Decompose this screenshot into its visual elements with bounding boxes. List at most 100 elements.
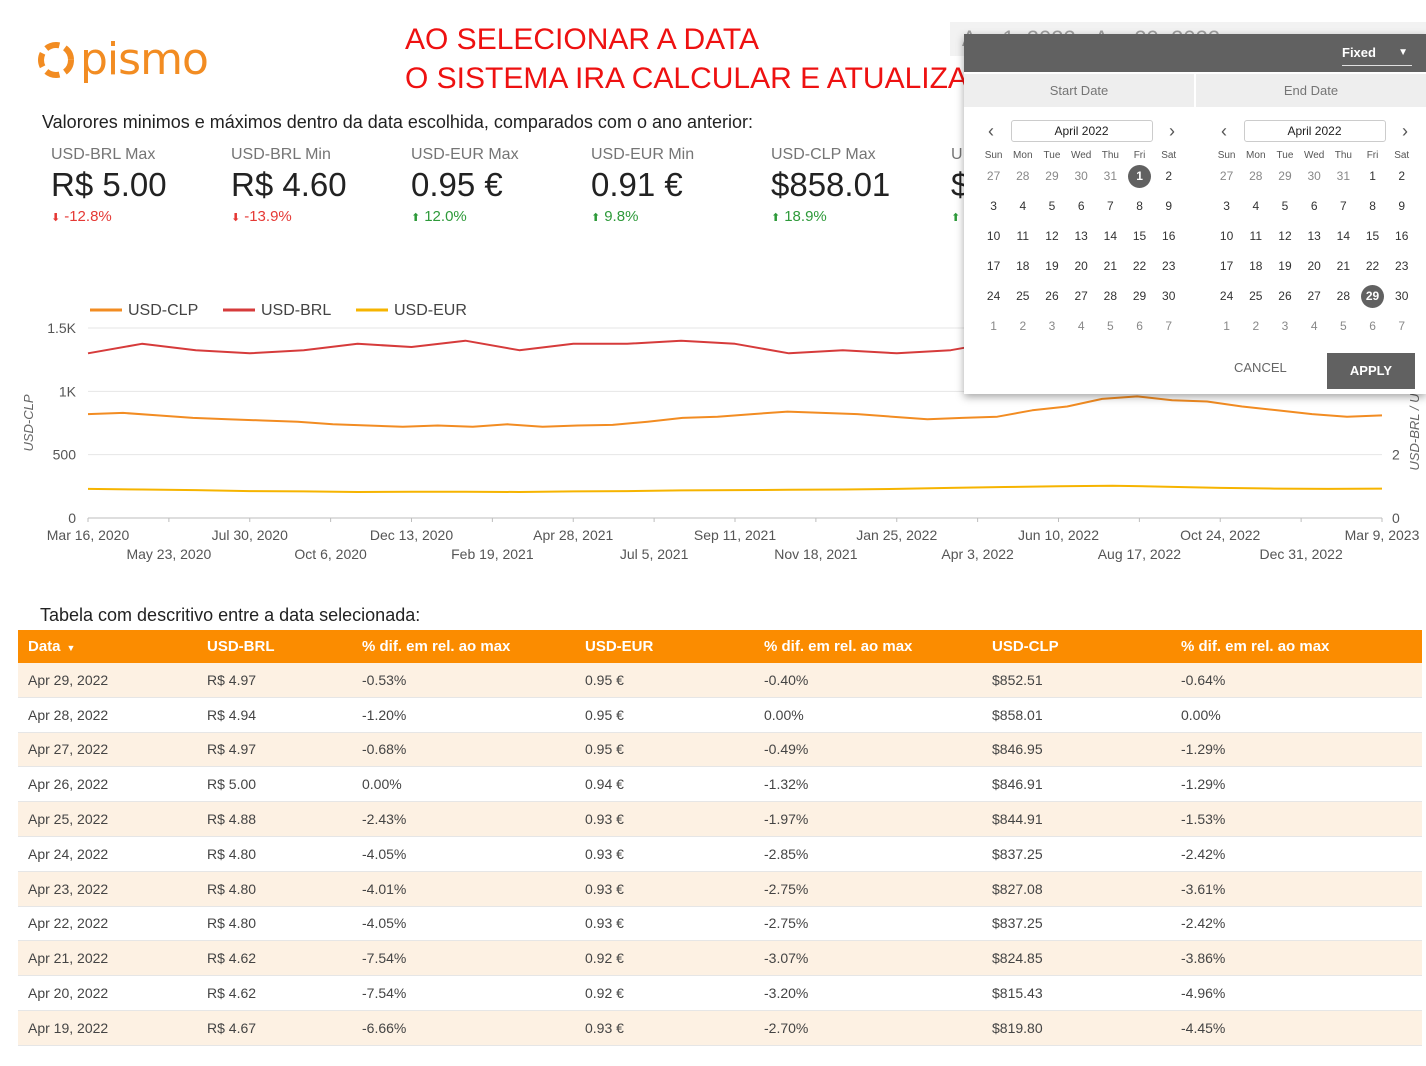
calendar-day[interactable]: 25 [1008, 285, 1037, 308]
calendar-day[interactable]: 6 [1067, 195, 1096, 218]
calendar-day[interactable]: 8 [1125, 195, 1154, 218]
calendar-day[interactable]: 4 [1300, 315, 1329, 338]
calendar-day[interactable]: 14 [1096, 225, 1125, 248]
calendar-day[interactable]: 17 [1212, 255, 1241, 278]
calendar-day[interactable]: 27 [1212, 165, 1241, 188]
header-usd-brl[interactable]: USD-BRL [197, 638, 352, 655]
calendar-day[interactable]: 27 [1067, 285, 1096, 308]
calendar-day[interactable]: 1 [1358, 165, 1387, 188]
calendar-day[interactable]: 15 [1358, 225, 1387, 248]
calendar-day[interactable]: 3 [1037, 315, 1066, 338]
month-select[interactable]: April 2022 [1010, 120, 1153, 142]
calendar-day[interactable]: 17 [979, 255, 1008, 278]
calendar-day[interactable]: 7 [1329, 195, 1358, 218]
calendar-day[interactable]: 6 [1358, 315, 1387, 338]
header-data[interactable]: Data ▼ [18, 638, 197, 655]
calendar-day[interactable]: 16 [1154, 225, 1183, 248]
calendar-day[interactable]: 28 [1329, 285, 1358, 308]
chevron-right-icon[interactable]: › [1393, 121, 1417, 142]
calendar-day[interactable]: 25 [1241, 285, 1270, 308]
calendar-day[interactable]: 6 [1300, 195, 1329, 218]
header-eur-diff[interactable]: % dif. em rel. ao max [754, 638, 982, 655]
table-row[interactable]: Apr 25, 2022 R$ 4.88 -2.43% 0.93 € -1.97% $84… [18, 802, 1422, 837]
table-row[interactable]: Apr 26, 2022 R$ 5.00 0.00% 0.94 € -1.32% $846… [18, 767, 1422, 803]
calendar-day[interactable]: 12 [1270, 225, 1299, 248]
calendar-day[interactable]: 10 [1212, 225, 1241, 248]
header-usd-eur[interactable]: USD-EUR [575, 638, 754, 655]
table-row[interactable]: Apr 29, 2022 R$ 4.97 -0.53% 0.95 € -0.40% $85… [18, 663, 1422, 698]
chevron-left-icon[interactable]: ‹ [1212, 121, 1236, 142]
calendar-day[interactable]: 4 [1008, 195, 1037, 218]
table-row[interactable]: Apr 20, 2022 R$ 4.62 -7.54% 0.92 € -3.20% $81… [18, 976, 1422, 1011]
table-row[interactable]: Apr 21, 2022 R$ 4.62 -7.54% 0.92 € -3.07% $82… [18, 941, 1422, 977]
header-brl-diff[interactable]: % dif. em rel. ao max [352, 638, 575, 655]
calendar-day[interactable]: 22 [1125, 255, 1154, 278]
calendar-day[interactable]: 1 [979, 315, 1008, 338]
calendar-day[interactable]: 12 [1037, 225, 1066, 248]
calendar-day[interactable]: 15 [1125, 225, 1154, 248]
calendar-day[interactable]: 3 [979, 195, 1008, 218]
table-row[interactable]: Apr 28, 2022 R$ 4.94 -1.20% 0.95 € 0.00% $858… [18, 697, 1422, 733]
calendar-day[interactable]: 30 [1300, 165, 1329, 188]
calendar-day[interactable]: 24 [1212, 285, 1241, 308]
calendar-day[interactable]: 2 [1241, 315, 1270, 338]
table-row[interactable]: Apr 27, 2022 R$ 4.97 -0.68% 0.95 € -0.49% $84… [18, 732, 1422, 768]
calendar-day[interactable]: 18 [1241, 255, 1270, 278]
calendar-day[interactable]: 14 [1329, 225, 1358, 248]
calendar-day[interactable]: 2 [1154, 165, 1183, 188]
chevron-right-icon[interactable]: › [1160, 121, 1184, 142]
calendar-day[interactable]: 4 [1241, 195, 1270, 218]
calendar-day[interactable]: 2 [1008, 315, 1037, 338]
calendar-day[interactable]: 23 [1387, 255, 1416, 278]
calendar-day[interactable]: 21 [1329, 255, 1358, 278]
table-row[interactable]: Apr 24, 2022 R$ 4.80 -4.05% 0.93 € -2.85% $83… [18, 836, 1422, 872]
calendar-day[interactable]: 28 [1241, 165, 1270, 188]
cancel-button[interactable]: CANCEL [1234, 360, 1287, 375]
header-usd-clp[interactable]: USD-CLP [982, 638, 1171, 655]
calendar-day[interactable]: 24 [979, 285, 1008, 308]
calendar-day[interactable]: 21 [1096, 255, 1125, 278]
calendar-day[interactable]: 28 [1096, 285, 1125, 308]
calendar-day[interactable]: 19 [1037, 255, 1066, 278]
calendar-day[interactable]: 20 [1300, 255, 1329, 278]
calendar-day[interactable]: 29 [1125, 285, 1154, 308]
calendar-day[interactable]: 9 [1154, 195, 1183, 218]
calendar-day[interactable]: 1 [1212, 315, 1241, 338]
table-row[interactable]: Apr 19, 2022 R$ 4.67 -6.66% 0.93 € -2.70% $81… [18, 1010, 1422, 1046]
calendar-day[interactable]: 7 [1154, 315, 1183, 338]
calendar-day[interactable]: 5 [1270, 195, 1299, 218]
calendar-day[interactable]: 30 [1387, 285, 1416, 308]
calendar-day[interactable]: 13 [1300, 225, 1329, 248]
calendar-day[interactable]: 2 [1387, 165, 1416, 188]
calendar-day[interactable]: 29 [1037, 165, 1066, 188]
chevron-left-icon[interactable]: ‹ [979, 121, 1003, 142]
calendar-day[interactable]: 4 [1067, 315, 1096, 338]
month-select[interactable]: April 2022 [1243, 120, 1386, 142]
calendar-day[interactable]: 16 [1387, 225, 1416, 248]
range-mode-select[interactable]: Fixed ▼ [1342, 42, 1412, 66]
calendar-day-selected[interactable]: 1 [1128, 164, 1152, 188]
calendar-day[interactable]: 31 [1329, 165, 1358, 188]
calendar-day[interactable]: 20 [1067, 255, 1096, 278]
calendar-day[interactable]: 5 [1096, 315, 1125, 338]
calendar-day[interactable]: 29 [1270, 165, 1299, 188]
table-row[interactable]: Apr 23, 2022 R$ 4.80 -4.01% 0.93 € -2.75% $82… [18, 871, 1422, 907]
calendar-day[interactable]: 27 [979, 165, 1008, 188]
calendar-day[interactable]: 18 [1008, 255, 1037, 278]
calendar-day[interactable]: 27 [1300, 285, 1329, 308]
calendar-day[interactable]: 7 [1096, 195, 1125, 218]
calendar-day-selected[interactable]: 29 [1361, 284, 1385, 308]
calendar-day[interactable]: 23 [1154, 255, 1183, 278]
calendar-day[interactable]: 11 [1008, 225, 1037, 248]
calendar-day[interactable]: 9 [1387, 195, 1416, 218]
calendar-day[interactable]: 30 [1067, 165, 1096, 188]
calendar-day[interactable]: 11 [1241, 225, 1270, 248]
calendar-day[interactable]: 7 [1387, 315, 1416, 338]
sort-desc-icon[interactable]: ▼ [67, 643, 76, 653]
calendar-day[interactable]: 28 [1008, 165, 1037, 188]
calendar-day[interactable]: 3 [1212, 195, 1241, 218]
calendar-day[interactable]: 8 [1358, 195, 1387, 218]
calendar-day[interactable]: 19 [1270, 255, 1299, 278]
calendar-day[interactable]: 13 [1067, 225, 1096, 248]
header-clp-diff[interactable]: % dif. em rel. ao max [1171, 638, 1422, 655]
